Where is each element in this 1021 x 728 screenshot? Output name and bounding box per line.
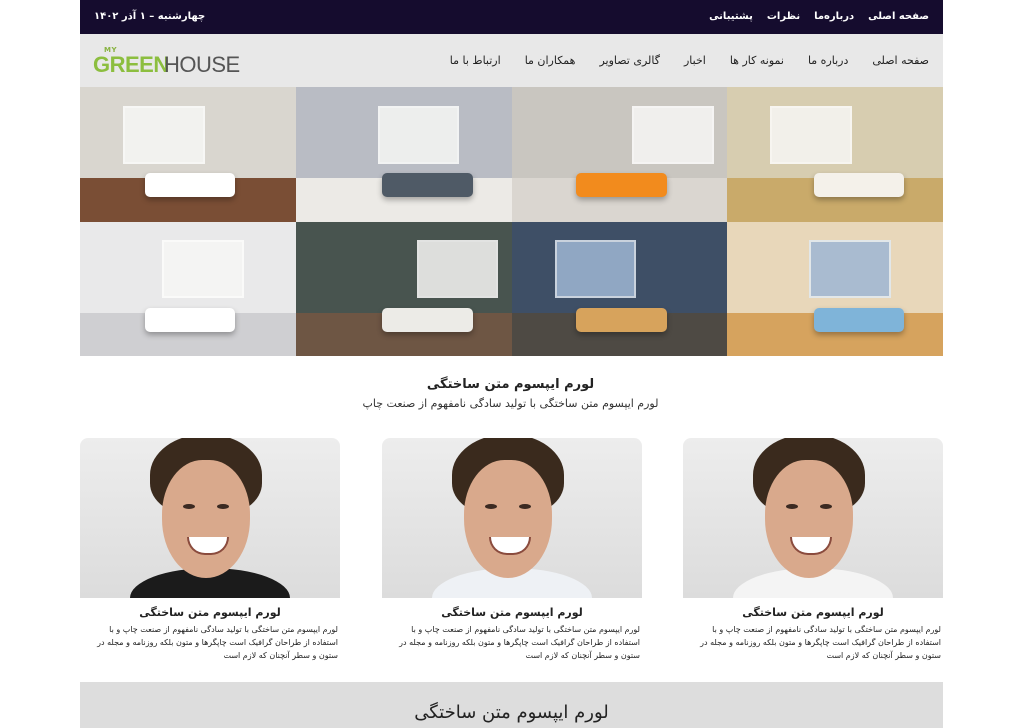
team-card[interactable]: لورم ایپسوم متن ساختگی لورم ایپسوم متن س… [683, 438, 943, 662]
nav-item-contact[interactable]: ارتباط با ما [450, 54, 501, 67]
photo-gallery [80, 87, 943, 356]
team-member-name: لورم ایپسوم متن ساختگی [139, 606, 281, 619]
nav-item-home[interactable]: صفحه اصلی [872, 54, 929, 67]
banner-title: لورم ایپسوم متن ساختگی [414, 702, 609, 723]
current-date: چهارشنبه – ۱ آذر ۱۴۰۲ [94, 11, 206, 22]
living-room-photo-3[interactable] [511, 87, 728, 222]
nav-item-portfolio[interactable]: نمونه کار ها [730, 54, 784, 67]
top-link-comments[interactable]: نظرات [767, 11, 800, 22]
team-member-photo [80, 438, 340, 598]
logo-house: HOUSE [164, 52, 240, 77]
living-room-photo-4[interactable] [727, 87, 943, 222]
top-links: صفحه اصلی درباره‌ما نظرات پشتیبانی [709, 11, 929, 22]
living-room-photo-1[interactable] [80, 87, 296, 222]
main-nav: صفحه اصلی درباره ما نمونه کار ها اخبار گ… [450, 54, 929, 67]
team-member-name: لورم ایپسوم متن ساختگی [742, 606, 884, 619]
nav-item-about[interactable]: درباره ما [808, 54, 848, 67]
team-member-photo [683, 438, 943, 598]
logo-green: GREEN [93, 52, 169, 77]
bottom-banner: لورم ایپسوم متن ساختگی [80, 682, 943, 728]
team-member-description: لورم ایپسوم متن ساختگی با تولید سادگی نا… [97, 625, 338, 660]
living-room-photo-8[interactable] [727, 221, 943, 356]
living-room-photo-7[interactable] [511, 221, 728, 356]
top-link-home[interactable]: صفحه اصلی [868, 11, 929, 22]
nav-item-gallery[interactable]: گالری تصاویر [599, 54, 660, 67]
top-link-support[interactable]: پشتیبانی [709, 11, 753, 22]
top-bar: چهارشنبه – ۱ آذر ۱۴۰۲ صفحه اصلی درباره‌م… [80, 0, 943, 34]
site-logo[interactable]: MY GREEN HOUSE [93, 46, 240, 77]
team-member-photo [382, 438, 642, 598]
nav-item-news[interactable]: اخبار [684, 54, 706, 67]
team-member-name: لورم ایپسوم متن ساختگی [441, 606, 583, 619]
intro-subtitle: لورم ایپسوم متن ساختگی با تولید سادگی نا… [362, 397, 659, 410]
team-card[interactable]: لورم ایپسوم متن ساختگی لورم ایپسوم متن س… [80, 438, 340, 662]
team-member-description: لورم ایپسوم متن ساختگی با تولید سادگی نا… [399, 625, 640, 660]
living-room-photo-2[interactable] [295, 87, 512, 222]
living-room-photo-6[interactable] [295, 221, 512, 356]
team-member-description: لورم ایپسوم متن ساختگی با تولید سادگی نا… [700, 625, 941, 660]
team-card[interactable]: لورم ایپسوم متن ساختگی لورم ایپسوم متن س… [382, 438, 642, 662]
living-room-photo-5[interactable] [80, 221, 296, 356]
top-link-about[interactable]: درباره‌ما [814, 11, 854, 22]
intro-title: لورم ایپسوم متن ساختگی [426, 377, 595, 392]
nav-item-partners[interactable]: همکاران ما [525, 54, 576, 67]
site-header: MY GREEN HOUSE صفحه اصلی درباره ما نمونه… [80, 34, 943, 87]
